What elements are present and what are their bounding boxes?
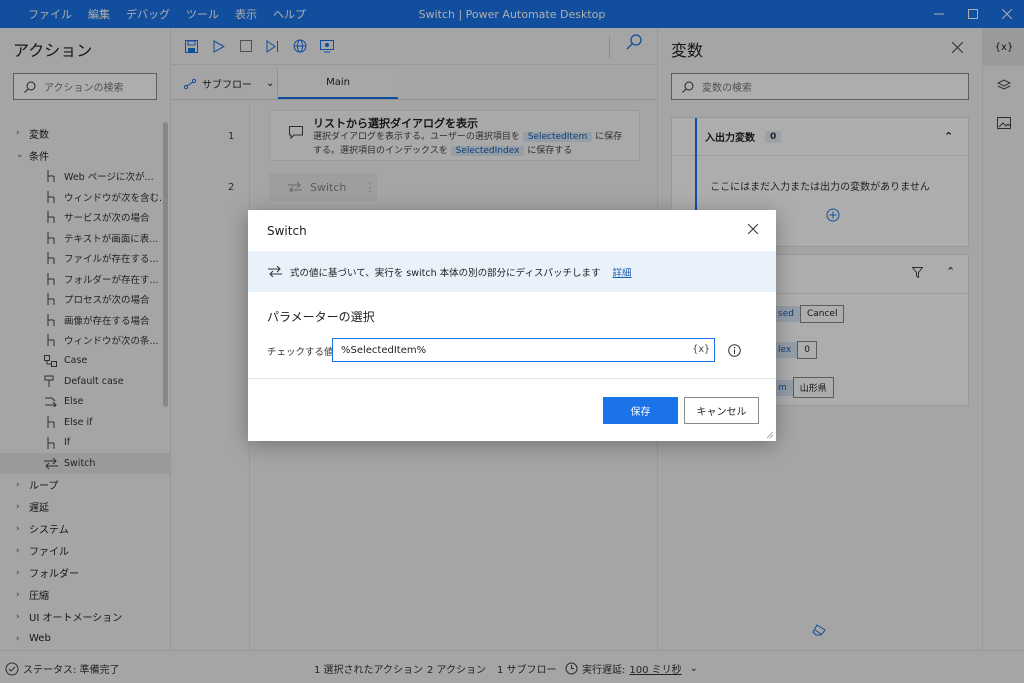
- dialog-divider: [248, 378, 776, 379]
- dialog-title: Switch: [267, 224, 307, 238]
- details-link[interactable]: 詳細: [612, 265, 631, 279]
- close-icon[interactable]: [748, 224, 758, 234]
- switch-dialog: Switch 式の値に基づいて、実行を switch 本体の別の部分にディスパッ…: [248, 210, 776, 441]
- cancel-button[interactable]: キャンセル: [684, 397, 759, 424]
- info-text: 式の値に基づいて、実行を switch 本体の別の部分にディスパッチします: [290, 267, 601, 279]
- save-button[interactable]: 保存: [603, 397, 678, 424]
- info-icon[interactable]: [728, 344, 741, 357]
- switch-icon: [268, 266, 282, 277]
- value-to-check-input[interactable]: %SelectedItem% {x}: [332, 338, 715, 362]
- section-title: パラメーターの選択: [267, 310, 375, 324]
- variable-picker-button[interactable]: {x}: [692, 344, 710, 355]
- input-value: %SelectedItem%: [341, 344, 427, 356]
- resize-grip-icon[interactable]: [766, 431, 774, 439]
- field-label: チェックする値:: [267, 347, 337, 358]
- info-banner: 式の値に基づいて、実行を switch 本体の別の部分にディスパッチします 詳細: [248, 251, 776, 292]
